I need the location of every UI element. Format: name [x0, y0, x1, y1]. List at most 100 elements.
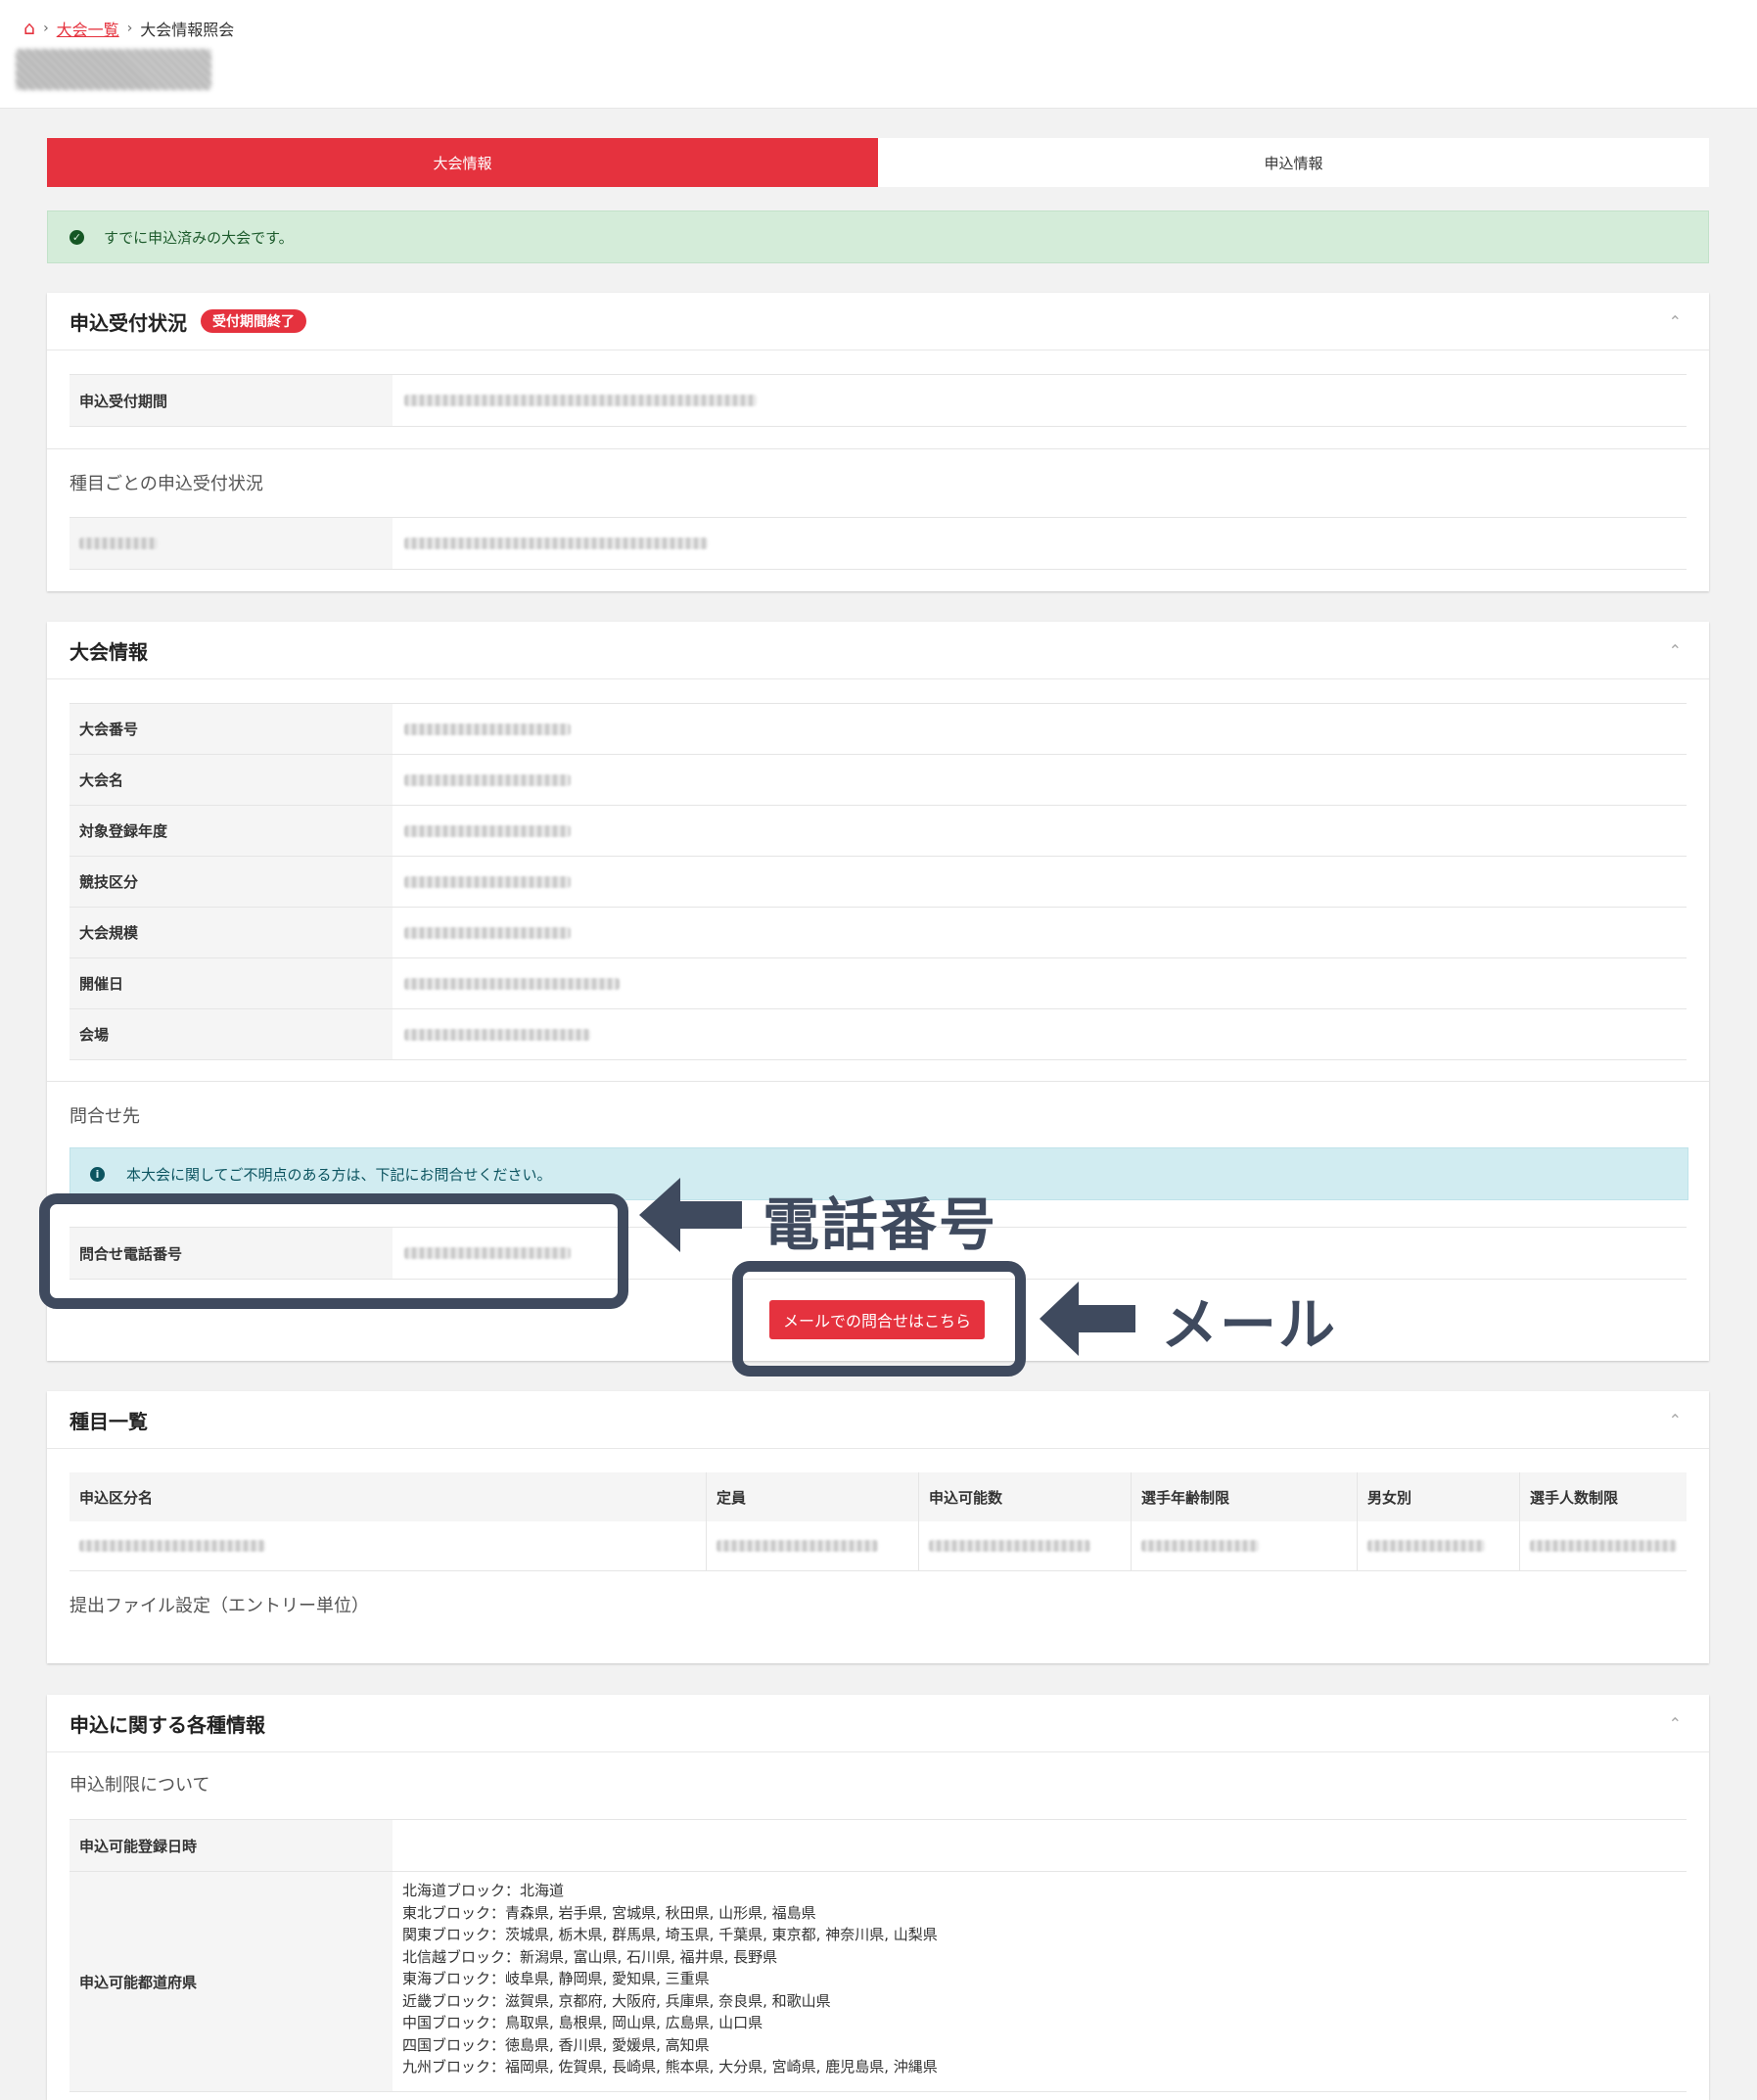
tab-bar: 大会情報 申込情報 [47, 138, 1709, 187]
chevron-up-icon[interactable]: ⌃ [1669, 1411, 1682, 1429]
card-title: 申込受付状況 [69, 310, 187, 335]
row-label: 開催日 [69, 958, 393, 1008]
row-label: 申込可能都道府県 [69, 1872, 393, 2091]
list-item: 九州ブロック：福岡県, 佐賀県, 長崎県, 熊本県, 大分県, 宮崎県, 鹿児島… [402, 2058, 938, 2076]
column-header: 選手年齢制限 [1131, 1472, 1358, 1521]
breadcrumb-link-tournament-list[interactable]: 大会一覧 [57, 17, 119, 40]
blurred-value [79, 1540, 265, 1552]
blurred-value [1530, 1540, 1677, 1552]
card-title: 申込に関する各種情報 [69, 1712, 265, 1737]
tournament-info-table: 大会番号 大会名 対象登録年度 競技区分 大会規模 開催日 会場 [69, 703, 1687, 1060]
breadcrumb: ⌂ › 大会一覧 › 大会情報照会 [23, 17, 234, 40]
phone-highlight-box [39, 1193, 628, 1309]
blurred-value [929, 1540, 1090, 1552]
blurred-value [1141, 1540, 1259, 1552]
divider [47, 448, 1709, 449]
blurred-value [404, 926, 571, 939]
row-value [393, 755, 1687, 805]
column-header: 男女別 [1357, 1472, 1520, 1521]
table-row: 申込可能登録日時 [69, 1820, 1687, 1872]
row-value [393, 518, 1687, 569]
tab-application-info[interactable]: 申込情報 [878, 138, 1709, 187]
row-value [393, 908, 1687, 957]
status-alert: ✓ すでに申込済みの大会です。 [47, 210, 1709, 263]
table-row [69, 518, 1687, 570]
row-label: 申込可能登録日時 [69, 1820, 393, 1871]
contact-alert-text: 本大会に関してご不明点のある方は、下記にお問合せください。 [126, 1165, 552, 1184]
blurred-value [404, 1028, 590, 1041]
top-bar: ⌂ › 大会一覧 › 大会情報照会 [0, 0, 1757, 109]
list-item: 東北ブロック：青森県, 岩手県, 宮城県, 秋田県, 山形県, 福島県 [402, 1903, 816, 1922]
reception-period-table: 申込受付期間 [69, 374, 1687, 427]
blurred-value [404, 977, 620, 990]
card-header[interactable]: 種目一覧 ⌃ [47, 1391, 1709, 1449]
blurred-value [717, 1540, 878, 1552]
table-row: 申込受付期間 [69, 375, 1687, 427]
column-header: 申込区分名 [69, 1472, 707, 1521]
row-value [393, 1009, 1687, 1059]
breadcrumb-current: 大会情報照会 [140, 21, 235, 39]
application-limit-table: 申込可能登録日時 申込可能都道府県 北海道ブロック：北海道 東北ブロック：青森県… [69, 1819, 1687, 2092]
card-header[interactable]: 申込に関する各種情報 ⌃ [47, 1695, 1709, 1752]
card-header[interactable]: 大会情報 ⌃ [47, 622, 1709, 679]
mail-highlight-box [732, 1261, 1026, 1377]
blurred-value [404, 537, 708, 549]
reception-status-card: 申込受付状況 受付期間終了 ⌃ 申込受付期間 種目ごとの申込受付状況 [47, 293, 1709, 591]
table-row: 対象登録年度 [69, 806, 1687, 857]
column-header: 選手人数制限 [1519, 1472, 1687, 1521]
arrow-left-icon [1040, 1282, 1135, 1356]
row-value: 北海道ブロック：北海道 東北ブロック：青森県, 岩手県, 宮城県, 秋田県, 山… [393, 1872, 1687, 2091]
list-item: 北信越ブロック：新潟県, 富山県, 石川県, 福井県, 長野県 [402, 1947, 778, 1966]
table-row: 申込可能都道府県 北海道ブロック：北海道 東北ブロック：青森県, 岩手県, 宮城… [69, 1872, 1687, 2092]
row-label [69, 518, 393, 569]
list-item: 北海道ブロック：北海道 [402, 1882, 565, 1899]
status-badge: 受付期間終了 [201, 309, 306, 333]
card-title: 大会情報 [69, 639, 148, 664]
chevron-up-icon[interactable]: ⌃ [1669, 641, 1682, 660]
blurred-value [404, 723, 571, 735]
list-item: 四国ブロック：徳島県, 香川県, 愛媛県, 高知県 [402, 2035, 710, 2054]
section-subheading: 種目ごとの申込受付状況 [69, 474, 263, 494]
row-value [393, 704, 1687, 754]
mail-annotation-label: メール [1161, 1291, 1338, 1358]
row-label: 申込受付期間 [69, 375, 393, 426]
events-table: 申込区分名 定員 申込可能数 選手年齢制限 男女別 選手人数制限 [69, 1472, 1687, 1571]
row-label: 会場 [69, 1009, 393, 1059]
table-cell [1519, 1521, 1687, 1571]
contact-heading: 問合せ先 [69, 1106, 140, 1127]
list-item: 東海ブロック：岐阜県, 静岡県, 愛知県, 三重県 [402, 1970, 710, 1987]
chevron-up-icon[interactable]: ⌃ [1669, 1714, 1682, 1733]
table-row: 会場 [69, 1009, 1687, 1060]
table-row [69, 1521, 1687, 1571]
list-item: 中国ブロック：鳥取県, 島根県, 岡山県, 広島県, 山口県 [402, 2014, 763, 2031]
row-value [393, 806, 1687, 856]
blurred-value [1367, 1540, 1485, 1552]
events-card: 種目一覧 ⌃ 申込区分名 定員 申込可能数 選手年齢制限 男女別 選手人数制限 … [47, 1391, 1709, 1663]
chevron-up-icon[interactable]: ⌃ [1669, 312, 1682, 331]
status-alert-text: すでに申込済みの大会です。 [104, 228, 294, 247]
card-header[interactable]: 申込受付状況 受付期間終了 ⌃ [47, 293, 1709, 350]
row-label: 大会名 [69, 755, 393, 805]
table-cell [918, 1521, 1132, 1571]
table-cell [706, 1521, 919, 1571]
table-row: 大会名 [69, 755, 1687, 806]
row-value [393, 375, 1687, 426]
chevron-right-icon: › [43, 21, 49, 36]
table-row: 開催日 [69, 958, 1687, 1009]
home-icon[interactable]: ⌂ [23, 19, 35, 38]
row-label: 大会番号 [69, 704, 393, 754]
check-circle-icon: ✓ [69, 229, 84, 245]
arrow-left-icon [639, 1178, 742, 1252]
table-cell [1131, 1521, 1358, 1571]
blurred-value [404, 875, 571, 888]
tab-tournament-info[interactable]: 大会情報 [47, 138, 878, 187]
row-label: 競技区分 [69, 857, 393, 907]
blurred-value [79, 537, 158, 549]
phone-annotation-label: 電話番号 [763, 1191, 998, 1258]
file-setting-heading: 提出ファイル設定（エントリー単位） [69, 1596, 369, 1616]
row-value [393, 958, 1687, 1008]
chevron-right-icon: › [126, 21, 133, 36]
limit-heading: 申込制限について [69, 1775, 210, 1796]
per-event-table [69, 517, 1687, 570]
region-list: 北海道ブロック：北海道 東北ブロック：青森県, 岩手県, 宮城県, 秋田県, 山… [393, 1872, 938, 2086]
